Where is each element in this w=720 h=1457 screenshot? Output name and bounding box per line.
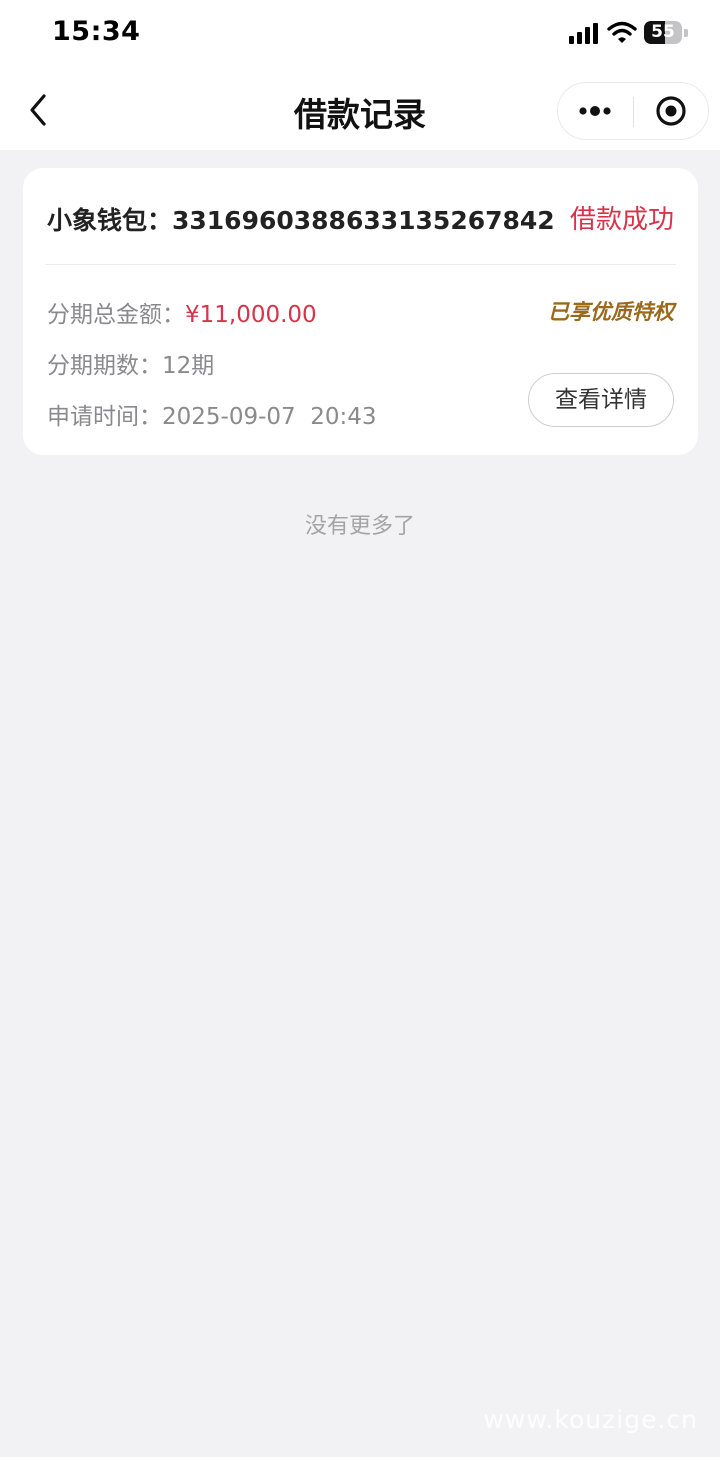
- periods-row: 分期期数：12期: [47, 346, 214, 380]
- battery-level: 55: [651, 22, 675, 42]
- periods-value: 12期: [162, 353, 215, 379]
- no-more-text: 没有更多了: [304, 514, 415, 539]
- status-bar: 15:34 55: [0, 0, 720, 66]
- total-amount-row: 分期总金额：¥11,000.00: [47, 295, 317, 329]
- battery-tip: [684, 29, 688, 37]
- apply-time-value: 2025-09-07 20:43: [162, 404, 377, 430]
- loan-record-card[interactable]: 小象钱包：3316960388633135267842 借款成功 分期总金额：¥…: [23, 168, 698, 455]
- loan-status-label: 借款成功: [569, 205, 674, 235]
- watermark-text: www.kouzige.cn: [483, 1405, 698, 1434]
- card-divider: [45, 264, 676, 265]
- total-amount-value: ¥11,000.00: [185, 302, 317, 328]
- total-amount-label: 分期总金额：: [47, 302, 185, 328]
- cellular-signal-icon: [569, 23, 598, 44]
- privilege-badge: 已享优质特权: [548, 300, 674, 324]
- periods-label: 分期期数：: [47, 353, 162, 379]
- navigation-bar: 借款记录: [0, 66, 720, 150]
- apply-time-label: 申请时间：: [47, 404, 162, 430]
- wifi-icon: [607, 21, 637, 43]
- target-circle-icon[interactable]: [634, 83, 709, 139]
- loan-product-title: 小象钱包：3316960388633135267842: [47, 206, 555, 235]
- view-details-button[interactable]: 查看详情: [528, 373, 674, 427]
- mini-program-capsule: [557, 82, 709, 140]
- more-dots-icon[interactable]: [558, 83, 633, 139]
- status-time: 15:34: [52, 16, 141, 47]
- apply-time-row: 申请时间：2025-09-07 20:43: [47, 397, 377, 431]
- battery-indicator: 55: [644, 21, 682, 44]
